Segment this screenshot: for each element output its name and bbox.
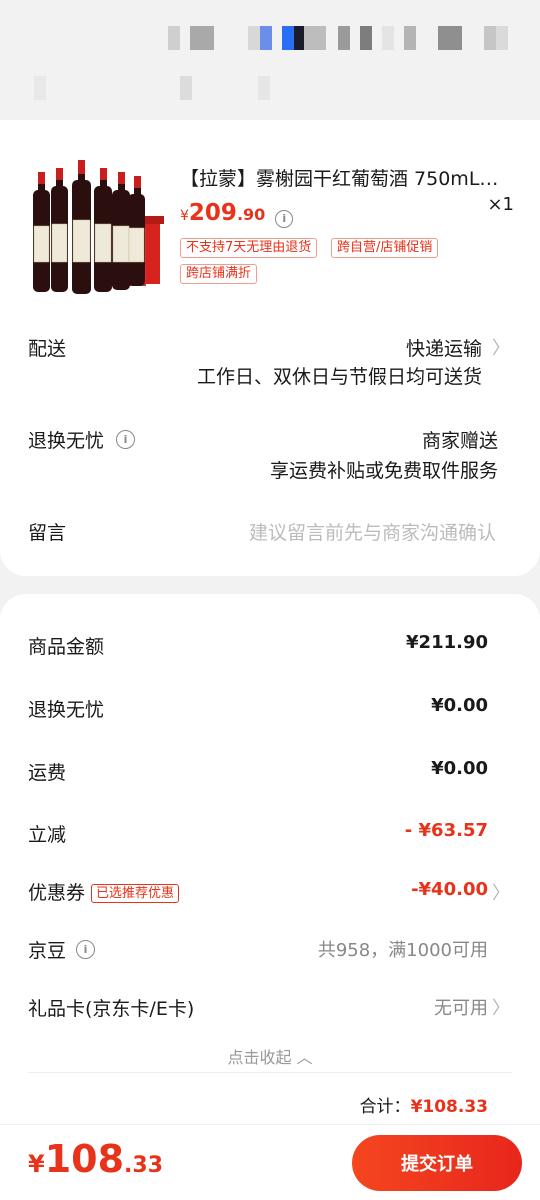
coupon-row[interactable]: 优惠券 已选推荐优惠 — [28, 878, 180, 905]
gift-card-value[interactable]: 无可用 — [434, 994, 488, 1020]
return-service-label: 退换无忧 — [28, 430, 105, 452]
coupon-value[interactable]: -¥40.00 — [411, 879, 488, 900]
blur-block — [282, 26, 294, 50]
price-currency: ¥ — [180, 208, 189, 224]
return-service-row: 退换无忧 i — [28, 426, 136, 453]
delivery-method[interactable]: 快递运输 — [406, 334, 482, 361]
blur-block — [438, 26, 462, 50]
obscured-header — [0, 0, 540, 120]
product-title[interactable]: 【拉蒙】雾榭园干红葡萄酒 750mL*6瓶 整箱装 — [180, 164, 500, 191]
message-label: 留言 — [28, 522, 67, 544]
blur-block — [34, 76, 46, 100]
coupon-tag: 已选推荐优惠 — [91, 884, 180, 903]
info-icon[interactable]: i — [76, 940, 96, 959]
coupon-label: 优惠券 — [28, 882, 86, 904]
blur-block — [338, 26, 350, 50]
product-price: ¥ 209 .90 i — [180, 200, 294, 228]
price-integer: 209 — [188, 200, 237, 226]
blur-block — [360, 26, 372, 50]
goods-amount-value: ¥211.90 — [406, 632, 488, 653]
blur-block — [496, 26, 508, 50]
gift-card-label[interactable]: 礼品卡(京东卡/E卡) — [28, 994, 194, 1021]
order-total: 合计：¥108.33 — [360, 1092, 488, 1117]
message-input[interactable]: 建议留言前先与商家沟通确认 — [249, 518, 496, 545]
price-info-icon[interactable]: i — [275, 209, 294, 228]
blur-block — [180, 76, 192, 100]
chevron-right-icon[interactable]: 〉 — [492, 334, 510, 360]
blur-block — [190, 26, 214, 50]
chevron-right-icon[interactable]: 〉 — [492, 879, 510, 905]
fee-summary-card: 商品金额 ¥211.90 退换无忧 ¥0.00 运费 ¥0.00 立减 - ¥6… — [0, 594, 540, 1200]
chevron-up-icon: ︿ — [296, 1048, 313, 1067]
total-label: 合计： — [359, 1097, 411, 1117]
collapse-label: 点击收起 — [227, 1048, 292, 1067]
delivery-note: 工作日、双休日与节假日均可送货 — [196, 366, 482, 388]
blur-block — [484, 26, 496, 50]
discount-value: - ¥63.57 — [404, 820, 488, 841]
tag-promo: 跨自营/店铺促销 — [331, 238, 439, 258]
chevron-right-icon[interactable]: 〉 — [492, 994, 510, 1020]
tag-discount: 跨店铺满折 — [180, 264, 258, 284]
collapse-toggle[interactable]: 点击收起 ︿ — [0, 1044, 540, 1068]
blur-block — [260, 26, 272, 50]
bottom-action-bar: ¥ 108 .33 提交订单 — [0, 1124, 540, 1200]
total-amount: ¥108.33 — [410, 1097, 488, 1117]
product-image[interactable] — [28, 158, 164, 298]
return-service-note: 享运费补贴或免费取件服务 — [269, 460, 498, 482]
blur-block — [404, 26, 416, 50]
goods-amount-label: 商品金额 — [28, 636, 105, 658]
blur-block — [248, 26, 260, 50]
return-fee-value: ¥0.00 — [431, 695, 488, 716]
product-quantity: ×1 — [487, 194, 514, 215]
final-price: ¥ 108 .33 — [28, 1137, 163, 1181]
blur-block — [304, 26, 326, 50]
final-price-decimal: .33 — [124, 1153, 164, 1178]
jd-bean-value: 共958，满1000可用 — [317, 940, 488, 961]
return-service-value[interactable]: 商家赠送 — [422, 426, 498, 453]
info-icon[interactable]: i — [116, 430, 136, 449]
price-decimal: .90 — [236, 205, 266, 224]
blur-block — [382, 26, 394, 50]
blur-block — [258, 76, 270, 100]
final-price-integer: 108 — [44, 1137, 125, 1181]
order-item-card: 【拉蒙】雾榭园干红葡萄酒 750mL*6瓶 整箱装 ×1 ¥ 209 .90 i… — [0, 120, 540, 576]
final-price-currency: ¥ — [28, 1150, 45, 1178]
blur-block — [168, 26, 180, 50]
blur-block — [294, 26, 304, 50]
discount-label: 立减 — [28, 824, 67, 846]
shipping-fee-label: 运费 — [28, 762, 67, 784]
submit-order-button[interactable]: 提交订单 — [352, 1135, 522, 1191]
return-fee-label: 退换无忧 — [28, 699, 105, 721]
shipping-fee-value: ¥0.00 — [431, 758, 488, 779]
delivery-label: 配送 — [28, 338, 67, 360]
divider — [28, 1072, 512, 1073]
jd-bean-row: 京豆 i — [28, 936, 96, 963]
tag-no-return: 不支持7天无理由退货 — [180, 238, 318, 258]
jd-bean-label: 京豆 — [28, 940, 67, 962]
